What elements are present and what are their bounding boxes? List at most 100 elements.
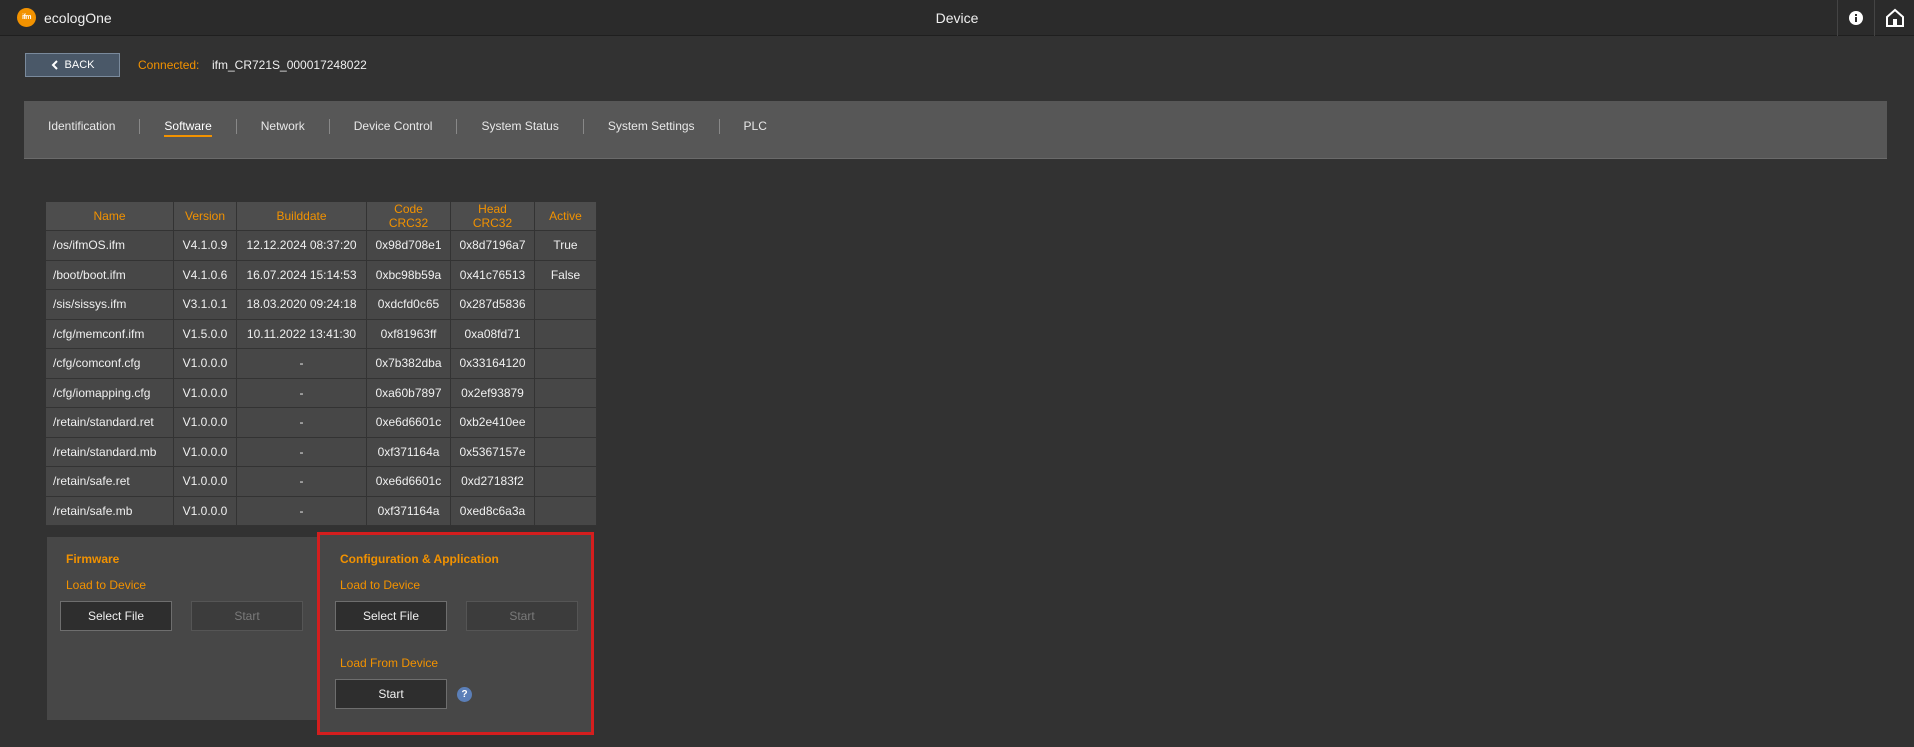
table-row: /retain/safe.mb V1.0.0.0 - 0xf371164a 0x… [46, 496, 597, 526]
cell-version: V1.0.0.0 [174, 496, 237, 526]
cell-active [535, 437, 597, 467]
cell-version: V3.1.0.1 [174, 290, 237, 320]
home-icon [1885, 8, 1904, 27]
config-load-from-device-label: Load From Device [340, 656, 439, 670]
tab-plc[interactable]: PLC [718, 119, 791, 134]
table-row: /cfg/iomapping.cfg V1.0.0.0 - 0xa60b7897… [46, 378, 597, 408]
cell-builddate: - [237, 349, 367, 379]
column-header-active: Active [535, 202, 597, 231]
table-header-row: Name Version Builddate Code CRC32 Head C… [46, 202, 597, 231]
tab-software[interactable]: Software [139, 119, 235, 137]
cell-builddate: - [237, 467, 367, 497]
help-icon[interactable]: ? [457, 687, 472, 702]
software-table: Name Version Builddate Code CRC32 Head C… [46, 202, 597, 526]
tab-network[interactable]: Network [235, 119, 329, 134]
firmware-panel: Firmware Load to Device Select File Star… [47, 537, 317, 720]
cell-version: V1.0.0.0 [174, 378, 237, 408]
config-load-to-device-label: Load to Device [340, 578, 421, 592]
cell-active [535, 467, 597, 497]
column-header-version: Version [174, 202, 237, 231]
cell-builddate: 10.11.2022 13:41:30 [237, 319, 367, 349]
cell-version: V1.5.0.0 [174, 319, 237, 349]
cell-builddate: 12.12.2024 08:37:20 [237, 231, 367, 261]
cell-active [535, 496, 597, 526]
cell-builddate: - [237, 496, 367, 526]
cell-active [535, 349, 597, 379]
back-button[interactable]: BACK [25, 53, 120, 77]
cell-version: V1.0.0.0 [174, 408, 237, 438]
firmware-title: Firmware [66, 552, 120, 566]
cell-name: /os/ifmOS.ifm [46, 231, 174, 261]
cell-active: True [535, 231, 597, 261]
cell-name: /boot/boot.ifm [46, 260, 174, 290]
home-button[interactable] [1874, 0, 1914, 36]
cell-version: V1.0.0.0 [174, 349, 237, 379]
cell-name: /retain/standard.ret [46, 408, 174, 438]
table-row: /boot/boot.ifm V4.1.0.6 16.07.2024 15:14… [46, 260, 597, 290]
cell-head-crc32: 0x33164120 [451, 349, 535, 379]
cell-name: /cfg/memconf.ifm [46, 319, 174, 349]
cell-code-crc32: 0xdcfd0c65 [367, 290, 451, 320]
cell-version: V4.1.0.9 [174, 231, 237, 261]
cell-head-crc32: 0x287d5836 [451, 290, 535, 320]
table-row: /cfg/comconf.cfg V1.0.0.0 - 0x7b382dba 0… [46, 349, 597, 379]
table-row: /retain/standard.mb V1.0.0.0 - 0xf371164… [46, 437, 597, 467]
info-button[interactable] [1837, 0, 1873, 36]
config-start-button[interactable]: Start [466, 601, 578, 631]
cell-code-crc32: 0xbc98b59a [367, 260, 451, 290]
cell-active [535, 408, 597, 438]
config-select-file-button[interactable]: Select File [335, 601, 447, 631]
info-icon [1848, 11, 1863, 25]
cell-code-crc32: 0xa60b7897 [367, 378, 451, 408]
tab-device-control[interactable]: Device Control [328, 119, 457, 134]
tab-system-settings[interactable]: System Settings [582, 119, 719, 134]
cell-version: V1.0.0.0 [174, 437, 237, 467]
table-row: /retain/standard.ret V1.0.0.0 - 0xe6d660… [46, 408, 597, 438]
cell-active: False [535, 260, 597, 290]
cell-head-crc32: 0x8d7196a7 [451, 231, 535, 261]
cell-code-crc32: 0xf371164a [367, 437, 451, 467]
cell-active [535, 319, 597, 349]
cell-code-crc32: 0x98d708e1 [367, 231, 451, 261]
table-row: /sis/sissys.ifm V3.1.0.1 18.03.2020 09:2… [46, 290, 597, 320]
load-from-device-start-button[interactable]: Start [335, 679, 447, 709]
cell-head-crc32: 0xed8c6a3a [451, 496, 535, 526]
cell-code-crc32: 0xe6d6601c [367, 467, 451, 497]
cell-head-crc32: 0x2ef93879 [451, 378, 535, 408]
tab-identification[interactable]: Identification [48, 119, 139, 134]
page-title: Device [935, 10, 979, 26]
cell-code-crc32: 0xf371164a [367, 496, 451, 526]
table-row: /os/ifmOS.ifm V4.1.0.9 12.12.2024 08:37:… [46, 231, 597, 261]
cell-code-crc32: 0xf81963ff [367, 319, 451, 349]
cell-active [535, 378, 597, 408]
firmware-start-button[interactable]: Start [191, 601, 303, 631]
config-app-title: Configuration & Application [340, 552, 499, 566]
cell-code-crc32: 0xe6d6601c [367, 408, 451, 438]
table-row: /retain/safe.ret V1.0.0.0 - 0xe6d6601c 0… [46, 467, 597, 497]
cell-head-crc32: 0x41c76513 [451, 260, 535, 290]
cell-active [535, 290, 597, 320]
cell-name: /cfg/iomapping.cfg [46, 378, 174, 408]
cell-name: /cfg/comconf.cfg [46, 349, 174, 379]
column-header-name: Name [46, 202, 174, 231]
cell-version: V1.0.0.0 [174, 467, 237, 497]
cell-code-crc32: 0x7b382dba [367, 349, 451, 379]
column-header-code-crc32: Code CRC32 [367, 202, 451, 231]
ifm-logo-icon: ifm [17, 8, 36, 27]
firmware-select-file-button[interactable]: Select File [60, 601, 172, 631]
cell-name: /retain/safe.ret [46, 467, 174, 497]
cell-head-crc32: 0xb2e410ee [451, 408, 535, 438]
configuration-application-panel: Configuration & Application Load to Devi… [317, 532, 594, 735]
tab-bar: Identification Software Network Device C… [24, 101, 1887, 159]
chevron-left-icon [51, 60, 58, 70]
cell-name: /retain/safe.mb [46, 496, 174, 526]
back-label: BACK [64, 59, 95, 71]
column-header-head-crc32: Head CRC32 [451, 202, 535, 231]
cell-builddate: 16.07.2024 15:14:53 [237, 260, 367, 290]
tab-system-status[interactable]: System Status [456, 119, 582, 134]
cell-builddate: - [237, 378, 367, 408]
top-bar: ifm ecologOne Device [0, 0, 1914, 36]
connected-label: Connected: [138, 58, 200, 72]
column-header-builddate: Builddate [237, 202, 367, 231]
firmware-load-to-device-label: Load to Device [66, 578, 147, 592]
